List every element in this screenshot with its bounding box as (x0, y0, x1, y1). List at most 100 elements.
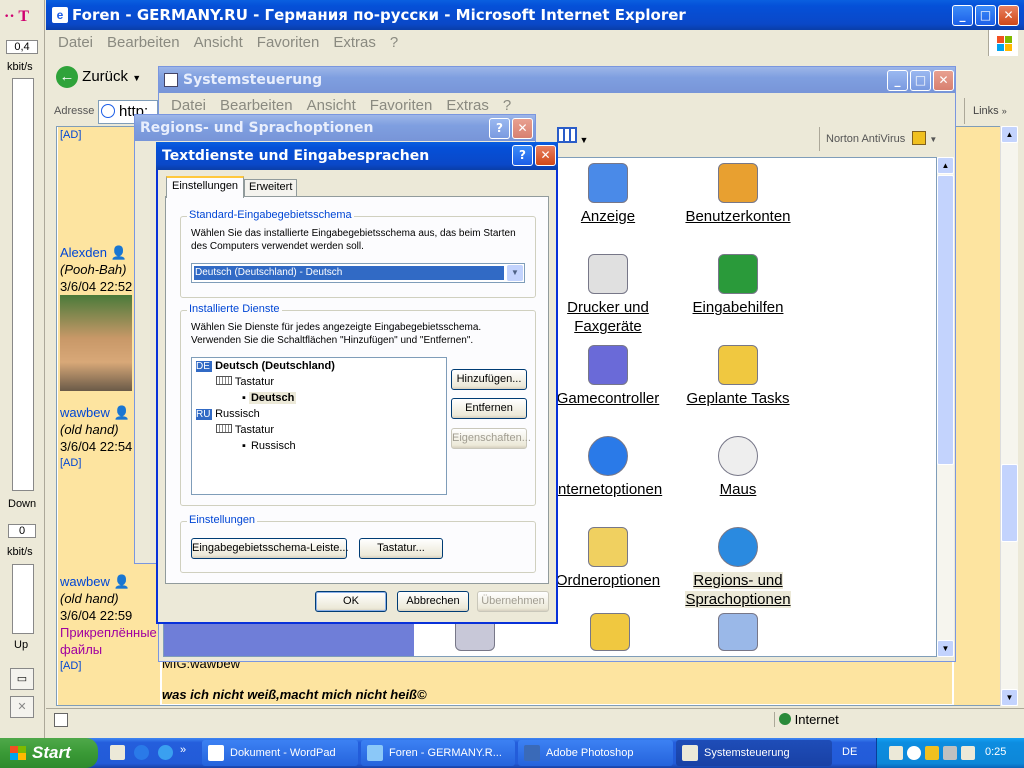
chevron-down-icon[interactable]: ▼ (507, 265, 523, 281)
start-button[interactable]: Start (0, 738, 98, 768)
dialog-close-button[interactable]: ✕ (535, 145, 556, 166)
language-indicator[interactable]: DE (842, 746, 857, 758)
menu-bearbeiten[interactable]: Bearbeiten (107, 34, 180, 51)
cp-partial-icon[interactable] (590, 613, 630, 651)
media-player-icon[interactable] (134, 745, 149, 760)
scroll-down-button[interactable]: ▼ (1001, 689, 1018, 706)
cp-item-2[interactable]: Drucker und Faxgeräte (543, 254, 673, 336)
menu-favoriten[interactable]: Favoriten (370, 97, 433, 114)
scroll-up-button[interactable]: ▲ (1001, 126, 1018, 143)
links-bar[interactable]: Links » (964, 98, 1022, 124)
group-description: Wählen Sie das installierte Eingabegebie… (191, 228, 516, 252)
tree-lang-de[interactable]: DE Deutsch (Deutschland) (196, 360, 335, 372)
cp-item-8[interactable]: Ordneroptionen (543, 527, 673, 590)
cancel-button[interactable]: Abbrechen (397, 591, 469, 612)
properties-button[interactable]: Eigenschaften... (451, 428, 531, 449)
back-button[interactable]: ← Zurück ▼ (56, 64, 141, 90)
ie-close-button[interactable]: ✕ (998, 5, 1019, 26)
services-tree[interactable]: DE Deutsch (Deutschland) Tastatur ▪ Deut… (191, 357, 447, 495)
ok-button[interactable]: OK (315, 591, 387, 612)
start-label: Start (32, 743, 71, 762)
menu-help[interactable]: ? (503, 97, 511, 114)
tray-icon[interactable] (943, 746, 957, 760)
cp-partial-icon[interactable] (718, 613, 758, 651)
norton-toolbar[interactable]: Norton AntiVirus ▼ (819, 127, 951, 151)
tree-layout-node[interactable]: ▪ Russisch (242, 440, 298, 452)
cp-item-9[interactable]: Regions- und Sprachoptionen (673, 527, 803, 609)
cp-maximize-button[interactable]: □ (910, 70, 931, 91)
cp-item-7[interactable]: Maus (673, 436, 803, 499)
tree-lang-ru[interactable]: RU Russisch (196, 408, 260, 420)
tray-icon[interactable] (889, 746, 903, 760)
cp-item-4[interactable]: Gamecontroller (543, 345, 673, 408)
cp-item-1[interactable]: Benutzerkonten (673, 163, 803, 226)
tray-icon[interactable] (907, 746, 921, 760)
chevron-down-icon[interactable]: ▼ (132, 73, 141, 83)
apply-button[interactable]: Übernehmen (477, 591, 549, 612)
photoshop-icon (524, 745, 540, 761)
cp-item-0[interactable]: Anzeige (543, 163, 673, 226)
bandwidth-meter: ·· T 0,4 kbit/s Down 0 kbit/s Up ▭ ✕ (0, 0, 45, 740)
regions-close-button[interactable]: ✕ (512, 118, 533, 139)
cp-item-6[interactable]: Internetoptionen (543, 436, 673, 499)
tree-keyboard-node[interactable]: Tastatur (216, 424, 274, 436)
ie-titlebar: Foren - GERMANY.RU - Германия по-русски … (46, 0, 1024, 30)
cp-item-5[interactable]: Geplante Tasks (673, 345, 803, 408)
menu-extras[interactable]: Extras (446, 97, 489, 114)
cp-minimize-button[interactable]: _ (887, 70, 908, 91)
post-author[interactable]: wawbew (60, 574, 110, 589)
ie-scrollbar[interactable]: ▲ ▼ (1000, 126, 1018, 706)
ad-link[interactable]: [AD] (60, 455, 132, 472)
ie-minimize-button[interactable]: _ (952, 5, 973, 26)
tab-einstellungen[interactable]: Einstellungen (166, 176, 245, 198)
tree-keyboard-node[interactable]: Tastatur (216, 376, 274, 388)
tab-erweitert[interactable]: Erweitert (244, 179, 298, 197)
scroll-up-button[interactable]: ▲ (937, 157, 954, 174)
scroll-down-button[interactable]: ▼ (937, 640, 954, 657)
menu-ansicht[interactable]: Ansicht (194, 34, 243, 51)
default-locale-select[interactable]: Deutsch (Deutschland) - Deutsch ▼ (191, 263, 525, 283)
post-author[interactable]: wawbew (60, 405, 110, 420)
menu-datei[interactable]: Datei (58, 34, 93, 51)
attachments-link[interactable]: Прикреплённые файлы (60, 624, 157, 658)
show-desktop-icon[interactable] (110, 745, 125, 760)
scroll-thumb[interactable] (1001, 464, 1018, 542)
menu-bearbeiten[interactable]: Bearbeiten (220, 97, 293, 114)
chevron-right-icon[interactable]: » (180, 744, 186, 756)
menu-help[interactable]: ? (390, 34, 398, 51)
help-button[interactable]: ? (512, 145, 533, 166)
scroll-thumb[interactable] (937, 175, 954, 465)
task-wordpad[interactable]: Dokument - WordPad (202, 740, 358, 766)
help-button[interactable]: ? (489, 118, 510, 139)
task-ie[interactable]: Foren - GERMANY.R... (361, 740, 515, 766)
ad-link[interactable]: [AD] (60, 658, 156, 675)
clock[interactable]: 0:25 (985, 746, 1006, 758)
ie-maximize-button[interactable]: □ (975, 5, 996, 26)
tray-icon[interactable] (961, 746, 975, 760)
remove-button[interactable]: Entfernen (451, 398, 527, 419)
cp-scrollbar[interactable]: ▲ ▼ (937, 157, 954, 657)
back-label: Zurück (82, 68, 129, 85)
cp-item-3[interactable]: Eingabehilfen (673, 254, 803, 317)
ie-app-icon: e (52, 7, 68, 23)
add-button[interactable]: Hinzufügen... (451, 369, 527, 390)
task-control-panel[interactable]: Systemsteuerung (676, 740, 832, 766)
tree-keyboard-label: Tastatur (234, 376, 274, 388)
meter-close-button[interactable]: ✕ (10, 696, 34, 718)
menu-extras[interactable]: Extras (333, 34, 376, 51)
meter-window-button[interactable]: ▭ (10, 668, 34, 690)
menu-favoriten[interactable]: Favoriten (257, 34, 320, 51)
views-button[interactable]: ▼ (557, 127, 591, 149)
ie-quick-icon[interactable] (158, 745, 173, 760)
language-bar-button[interactable]: Eingabegebietsschema-Leiste... (191, 538, 349, 559)
display-icon (588, 163, 628, 203)
cp-close-button[interactable]: ✕ (933, 70, 954, 91)
menu-ansicht[interactable]: Ansicht (307, 97, 356, 114)
status-zone: Internet (774, 712, 839, 727)
task-photoshop[interactable]: Adobe Photoshop (518, 740, 673, 766)
post-author[interactable]: Alexden (60, 245, 107, 260)
tree-layout-node[interactable]: ▪ Deutsch (242, 392, 297, 404)
key-settings-button[interactable]: Tastatur... (359, 538, 443, 559)
tray-icon[interactable] (925, 746, 939, 760)
menu-datei[interactable]: Datei (171, 97, 206, 114)
